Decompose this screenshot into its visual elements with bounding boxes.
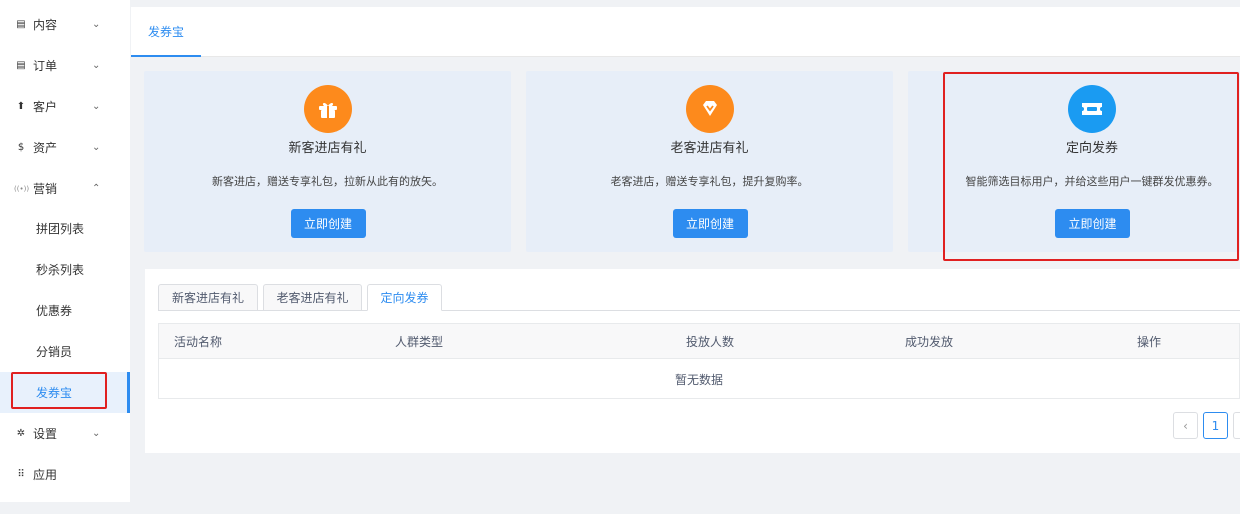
list-icon: ▤	[16, 60, 26, 71]
create-returning-customer-gift-button[interactable]: 立即创建	[672, 209, 748, 238]
sidebar-subitem-group-buy[interactable]: 拼团列表	[0, 208, 130, 249]
sidebar-item-label: 客户	[33, 100, 58, 114]
create-new-customer-gift-button[interactable]: 立即创建	[290, 209, 366, 238]
sidebar-item-label: 设置	[33, 427, 58, 441]
tab-new-customer-gift[interactable]: 新客进店有礼	[158, 284, 258, 311]
chevron-down-icon: ⌄	[92, 142, 101, 153]
sidebar-item-marketing[interactable]: ((•)) 营销 ⌃	[0, 168, 130, 209]
sidebar-item-content[interactable]: ▤ 内容 ⌄	[0, 4, 130, 45]
grid-icon: ⠿	[17, 469, 25, 480]
card-description: 老客进店，赠送专享礼包，提升复购率。	[610, 175, 809, 188]
document-icon: ▤	[16, 19, 26, 30]
sidebar-subitem-label: 拼团列表	[36, 222, 85, 236]
prev-page-button[interactable]: ‹	[1173, 412, 1198, 439]
sidebar-item-customers[interactable]: ⬆ 客户 ⌄	[0, 86, 130, 127]
column-actions: 操作	[1137, 335, 1162, 349]
chevron-down-icon: ⌄	[92, 60, 101, 71]
sidebar-subitem-label: 分销员	[36, 345, 73, 359]
top-tab-bar: 发券宝	[131, 7, 1240, 57]
column-activity-name: 活动名称	[174, 335, 223, 349]
tab-coupon-sender[interactable]: 发券宝	[131, 7, 201, 57]
sidebar-item-orders[interactable]: ▤ 订单 ⌄	[0, 45, 130, 86]
tab-returning-customer-gift[interactable]: 老客进店有礼	[263, 284, 362, 311]
sidebar-item-label: 资产	[33, 141, 58, 155]
card-new-customer-gift: 新客进店有礼 新客进店，赠送专享礼包，拉新从此有的放矢。 立即创建	[144, 71, 511, 252]
table-header: 活动名称 人群类型 投放人数 成功发放 操作	[159, 324, 1239, 359]
sidebar-subitem-coupons[interactable]: 优惠券	[0, 290, 130, 331]
chevron-down-icon: ⌄	[92, 19, 101, 30]
dollar-icon: $	[17, 142, 25, 153]
sidebar-subitem-distributors[interactable]: 分销员	[0, 331, 130, 372]
sidebar-item-label: 营销	[33, 182, 58, 196]
column-audience-type: 人群类型	[395, 335, 444, 349]
gift-icon	[303, 85, 352, 133]
sidebar-item-label: 订单	[33, 59, 58, 73]
user-icon: ⬆	[16, 101, 26, 112]
sidebar-subitem-label: 优惠券	[36, 304, 73, 318]
tab-divider	[158, 310, 1240, 311]
sidebar-item-assets[interactable]: $ 资产 ⌄	[0, 127, 130, 168]
page-1-button[interactable]: 1	[1203, 412, 1228, 439]
chevron-up-icon: ⌃	[92, 183, 101, 194]
highlight-box	[11, 372, 107, 409]
sidebar-item-label: 应用	[33, 468, 58, 482]
activity-table: 活动名称 人群类型 投放人数 成功发放 操作 暂无数据	[158, 323, 1240, 399]
column-sent-count: 成功发放	[905, 335, 954, 349]
card-description: 新客进店，赠送专享礼包，拉新从此有的放矢。	[212, 175, 443, 188]
tab-targeted-coupon[interactable]: 定向发券	[367, 284, 442, 311]
empty-state-text: 暂无数据	[674, 373, 723, 387]
card-title: 老客进店有礼	[670, 141, 749, 156]
chevron-down-icon: ⌄	[92, 428, 101, 439]
next-page-button-partial[interactable]	[1233, 412, 1240, 439]
sidebar-item-label: 内容	[33, 18, 58, 32]
card-title: 新客进店有礼	[288, 141, 367, 156]
sidebar: ▤ 内容 ⌄ ▤ 订单 ⌄ ⬆ 客户 ⌄ $ 资产 ⌄ ((•)) 营销 ⌃ 拼…	[0, 0, 130, 502]
broadcast-icon: ((•))	[14, 184, 30, 193]
diamond-icon	[685, 85, 734, 133]
sidebar-item-settings[interactable]: ✲ 设置 ⌄	[0, 413, 130, 454]
card-returning-customer-gift: 老客进店有礼 老客进店，赠送专享礼包，提升复购率。 立即创建	[526, 71, 893, 252]
sidebar-subitem-flash-sale[interactable]: 秒杀列表	[0, 249, 130, 290]
gear-icon: ✲	[16, 428, 26, 439]
activity-list-panel: 新客进店有礼 老客进店有礼 定向发券 活动名称 人群类型 投放人数 成功发放 操…	[145, 269, 1240, 453]
column-target-count: 投放人数	[686, 335, 735, 349]
sidebar-subitem-label: 秒杀列表	[36, 263, 85, 277]
sidebar-item-apps[interactable]: ⠿ 应用	[0, 454, 130, 495]
chevron-down-icon: ⌄	[92, 101, 101, 112]
highlight-box	[943, 72, 1239, 261]
